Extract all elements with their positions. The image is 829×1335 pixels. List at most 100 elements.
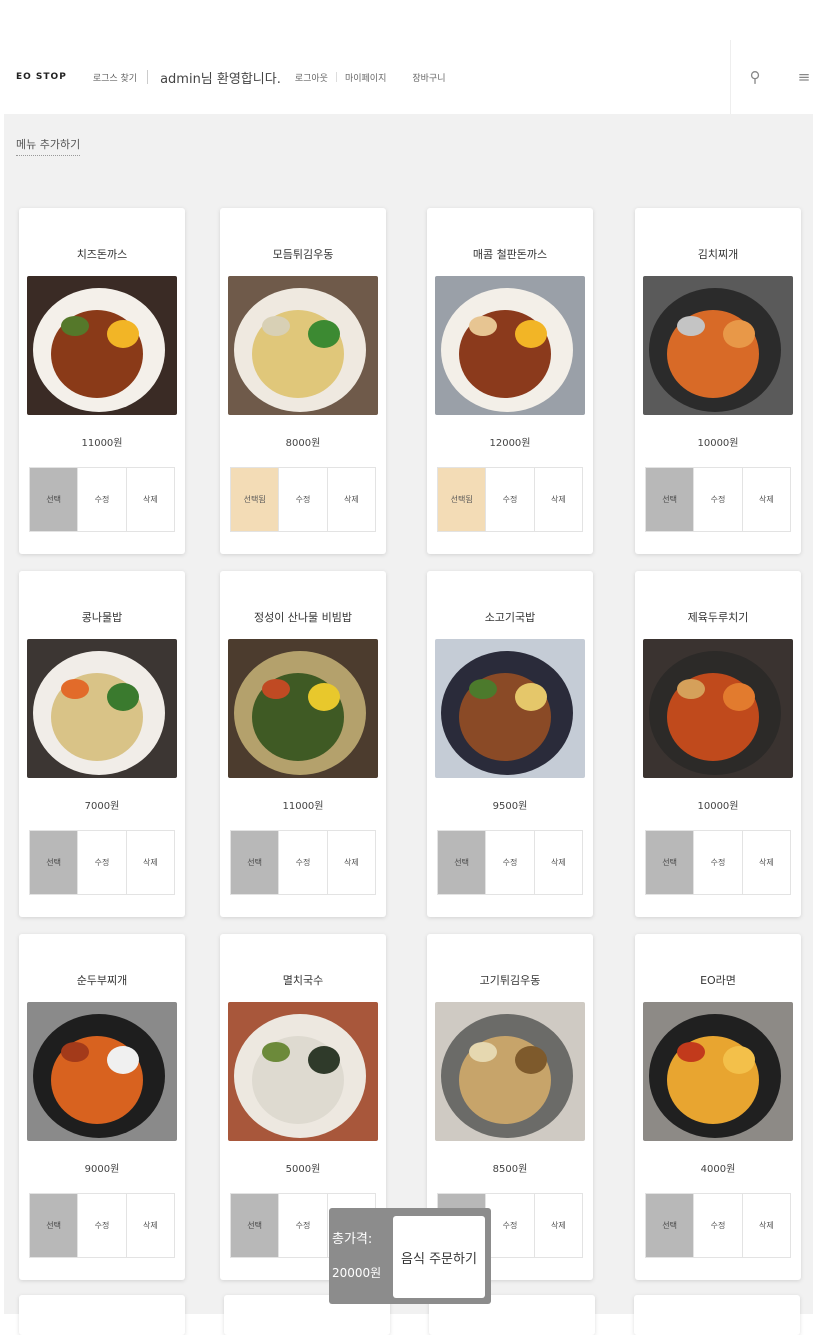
edit-button[interactable]: 수정 (279, 1194, 328, 1257)
garnish-shape (515, 683, 547, 711)
garnish-shape (677, 316, 705, 336)
order-food-button[interactable]: 음식 주문하기 (393, 1216, 485, 1298)
menu-price: 7000원 (84, 801, 120, 812)
delete-button[interactable]: 삭제 (327, 468, 375, 531)
edit-button[interactable]: 수정 (694, 468, 743, 531)
food-photo-illustration (435, 639, 585, 778)
nav-divider (147, 70, 149, 84)
menu-photo (643, 1002, 793, 1141)
menu-card-partial (634, 1295, 800, 1335)
mypage-link[interactable]: 마이페이지 (345, 71, 386, 84)
menu-card-partial (19, 1295, 185, 1335)
menu-name: 치즈돈까스 (76, 248, 128, 261)
garnish-shape (107, 683, 139, 711)
menu-name: 모듬튀김우동 (272, 248, 334, 261)
select-button[interactable]: 선택 (30, 831, 79, 894)
menu-name: 정성이 산나물 비빔밥 (253, 611, 353, 624)
menu-photo (435, 1002, 585, 1141)
delete-button[interactable]: 삭제 (742, 468, 790, 531)
menu-price: 5000원 (285, 1164, 321, 1175)
delete-button[interactable]: 삭제 (742, 831, 790, 894)
delete-button[interactable]: 삭제 (126, 468, 174, 531)
food-photo-illustration (228, 276, 378, 415)
menu-photo (27, 1002, 177, 1141)
delete-button[interactable]: 삭제 (126, 1194, 174, 1257)
edit-button[interactable]: 수정 (279, 831, 328, 894)
add-menu-link[interactable]: 메뉴 추가하기 (16, 136, 81, 156)
food-photo-illustration (27, 276, 177, 415)
cart-link[interactable]: 장바구니 (412, 71, 445, 84)
select-button[interactable]: 선택 (646, 468, 695, 531)
delete-button[interactable]: 삭제 (534, 1194, 582, 1257)
menu-card: 김치찌개 10000원 선택 수정 삭제 (635, 208, 801, 554)
garnish-shape (107, 320, 139, 348)
menu-card: 콩나물밥 7000원선택 수정 삭제 (19, 571, 185, 917)
edit-button[interactable]: 수정 (279, 468, 328, 531)
delete-button[interactable]: 삭제 (534, 831, 582, 894)
edit-button[interactable]: 수정 (486, 1194, 535, 1257)
menu-card: 제육두루치기 10000원선택 수정 삭제 (635, 571, 801, 917)
menu-card: 치즈돈까스 11000원선택 수정 삭제 (19, 208, 185, 554)
menu-card: 소고기국밥 9500원 선택 수정 삭제 (427, 571, 593, 917)
menu-name: 콩나물밥 (81, 611, 123, 624)
menu-action-buttons: 선택수정삭제 (230, 830, 376, 895)
garnish-shape (107, 1046, 139, 1074)
garnish-shape (723, 320, 755, 348)
food-photo-illustration (643, 639, 793, 778)
delete-button[interactable]: 삭제 (742, 1194, 790, 1257)
nav-link-find[interactable]: 로그스 찾기 (93, 71, 137, 84)
delete-button[interactable]: 삭제 (327, 831, 375, 894)
select-button[interactable]: 선택 (646, 1194, 695, 1257)
menu-price: 8000원 (285, 438, 321, 449)
menu-price: 11000원 (81, 438, 123, 449)
edit-button[interactable]: 수정 (694, 831, 743, 894)
edit-button[interactable]: 수정 (486, 831, 535, 894)
edit-button[interactable]: 수정 (694, 1194, 743, 1257)
menu-price: 10000원 (697, 801, 739, 812)
menu-price: 12000원 (489, 438, 531, 449)
edit-button[interactable]: 수정 (78, 831, 127, 894)
menu-name: 소고기국밥 (484, 611, 536, 624)
garnish-shape (308, 320, 340, 348)
edit-button[interactable]: 수정 (486, 468, 535, 531)
select-button[interactable]: 선택 (231, 831, 280, 894)
select-button[interactable]: 선택 (438, 831, 487, 894)
menu-name: 제육두루치기 (687, 611, 749, 624)
select-button[interactable]: 선택 (646, 831, 695, 894)
select-button[interactable]: 선택 (231, 1194, 280, 1257)
garnish-shape (677, 679, 705, 699)
select-button[interactable]: 선택됨 (231, 468, 280, 531)
select-button[interactable]: 선택 (30, 468, 79, 531)
garnish-shape (723, 1046, 755, 1074)
food-photo-illustration (643, 276, 793, 415)
garnish-shape (515, 1046, 547, 1074)
food-photo-illustration (228, 639, 378, 778)
garnish-shape (469, 679, 497, 699)
hamburger-menu-icon[interactable]: ≡ (798, 68, 811, 86)
edit-button[interactable]: 수정 (78, 468, 127, 531)
menu-photo (27, 639, 177, 778)
menu-name: 멸치국수 (282, 974, 324, 987)
garnish-shape (262, 316, 290, 336)
delete-button[interactable]: 삭제 (534, 468, 582, 531)
select-button[interactable]: 선택됨 (438, 468, 487, 531)
garnish-shape (61, 1042, 89, 1062)
delete-button[interactable]: 삭제 (126, 831, 174, 894)
total-price-value: 20000원 (332, 1266, 382, 1280)
edit-button[interactable]: 수정 (78, 1194, 127, 1257)
top-nav: EO STOP 로그스 찾기 admin님 환영합니다. 로그아웃 마이페이지 … (16, 40, 456, 114)
menu-name: 김치찌개 (697, 248, 739, 261)
menu-photo (643, 276, 793, 415)
brand-logo[interactable]: EO STOP (16, 72, 67, 82)
menu-photo (643, 639, 793, 778)
menu-price: 4000원 (700, 1164, 736, 1175)
menu-price: 8500원 (492, 1164, 528, 1175)
search-icon[interactable]: ⚲ (750, 68, 761, 86)
menu-action-buttons: 선택수정삭제 (645, 830, 791, 895)
menu-action-buttons: 선택수정삭제 (29, 1193, 175, 1258)
food-photo-illustration (27, 1002, 177, 1141)
garnish-shape (723, 683, 755, 711)
logout-link[interactable]: 로그아웃 (295, 71, 328, 84)
select-button[interactable]: 선택 (30, 1194, 79, 1257)
menu-card: EO라면 4000원 선택 수정 삭제 (635, 934, 801, 1280)
